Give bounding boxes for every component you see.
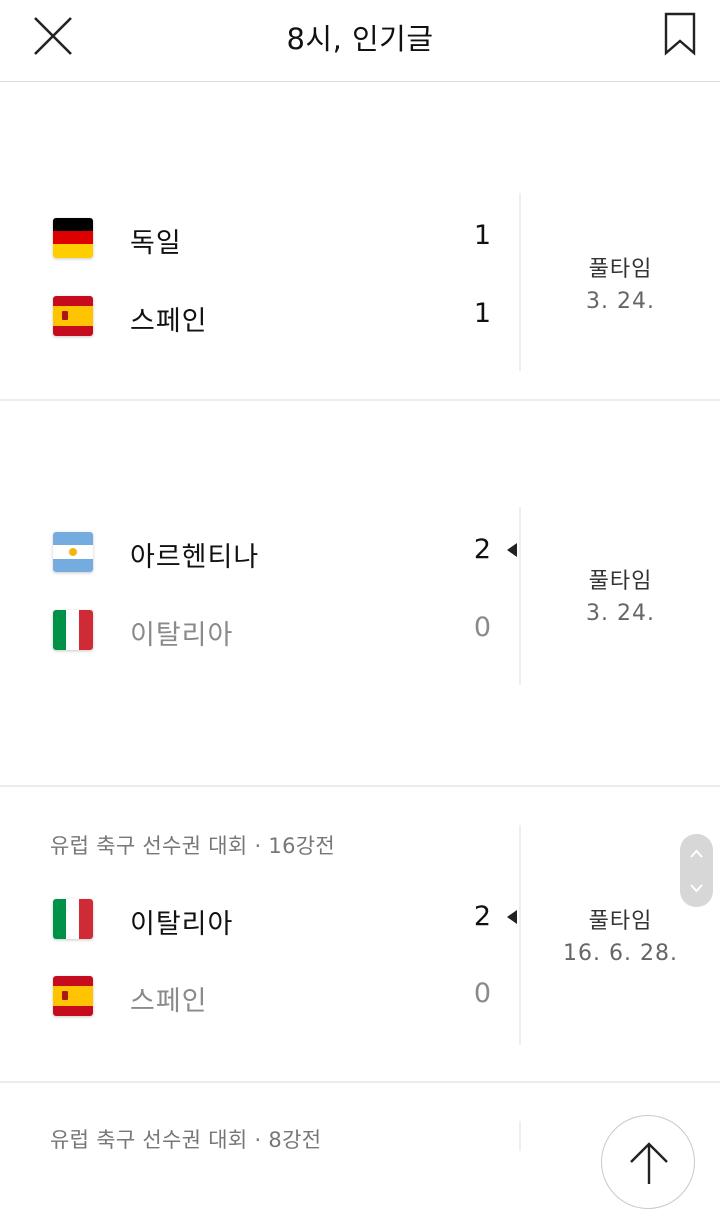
winner-arrow-icon — [507, 910, 517, 924]
page-title: 8시, 인기글 — [286, 22, 434, 56]
team-row-home[interactable]: 아르헨티나 2 — [0, 523, 520, 583]
italy-flag-icon — [53, 610, 93, 650]
competition-label: 유럽 축구 선수권 대회 · 8강전 — [50, 1128, 322, 1152]
team-row-home[interactable]: 이탈리아 2 — [0, 890, 520, 950]
scroll-to-top-button[interactable] — [601, 1115, 695, 1209]
bookmark-icon — [664, 12, 696, 56]
team-name: 이탈리아 — [130, 909, 234, 940]
match-card[interactable]: 유럽 축구 선수권 대회 · 16강전 이탈리아 2 스페인 0 풀타임 16.… — [0, 789, 720, 1083]
team-name: 스페인 — [130, 986, 208, 1017]
bookmark-button[interactable] — [660, 10, 700, 58]
germany-flag-icon — [53, 218, 93, 258]
team-score: 0 — [473, 978, 492, 1009]
team-name: 스페인 — [130, 306, 208, 337]
italy-flag-icon — [53, 899, 93, 939]
match-card[interactable]: 독일 1 스페인 1 풀타임 3. 24. — [0, 83, 720, 401]
team-score: 1 — [473, 220, 492, 251]
match-date: 3. 24. — [586, 289, 655, 314]
team-name: 독일 — [130, 228, 182, 259]
status-label: 풀타임 — [588, 909, 653, 934]
match-date: 16. 6. 28. — [563, 941, 678, 966]
team-name: 이탈리아 — [130, 620, 234, 651]
team-row-home[interactable]: 독일 1 — [0, 209, 520, 269]
arrow-up-icon — [630, 1142, 668, 1184]
winner-arrow-icon — [507, 543, 517, 557]
team-name: 아르헨티나 — [130, 542, 260, 573]
divider — [519, 1121, 521, 1151]
spain-flag-icon — [53, 976, 93, 1016]
competition-label: 유럽 축구 선수권 대회 · 16강전 — [50, 834, 335, 858]
scroll-up-down-icon — [690, 849, 703, 893]
team-row-away[interactable]: 스페인 0 — [0, 967, 520, 1027]
match-card[interactable]: 아르헨티나 2 이탈리아 0 풀타임 3. 24. — [0, 403, 720, 787]
team-score: 0 — [473, 612, 492, 643]
match-status[interactable]: 풀타임 16. 6. 28. — [521, 903, 720, 966]
spain-flag-icon — [53, 296, 93, 336]
match-status[interactable]: 풀타임 3. 24. — [521, 563, 720, 626]
match-status[interactable]: 풀타임 3. 24. — [521, 251, 720, 314]
argentina-flag-icon — [53, 532, 93, 572]
team-score: 2 — [473, 901, 492, 932]
team-row-away[interactable]: 스페인 1 — [0, 287, 520, 347]
top-bar: 8시, 인기글 — [0, 0, 720, 82]
team-score: 1 — [473, 298, 492, 329]
status-label: 풀타임 — [588, 569, 653, 594]
match-date: 3. 24. — [586, 601, 655, 626]
team-row-away[interactable]: 이탈리아 0 — [0, 601, 520, 661]
team-score: 2 — [473, 534, 492, 565]
scroll-handle[interactable] — [680, 834, 713, 907]
status-label: 풀타임 — [588, 257, 653, 282]
